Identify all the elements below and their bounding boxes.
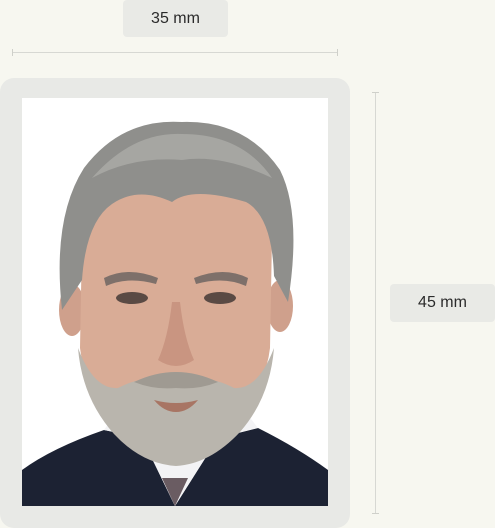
height-dimension-label: 45 mm [390, 284, 495, 322]
width-measure-tick-right [337, 49, 338, 56]
passport-photo [22, 98, 328, 506]
height-measure-line [375, 92, 376, 514]
left-eye [116, 292, 148, 304]
right-eye [204, 292, 236, 304]
passport-photo-size-diagram: 35 mm 45 mm [0, 0, 495, 528]
width-dimension-label: 35 mm [123, 0, 228, 37]
photo-frame [0, 78, 350, 528]
width-measure-line [12, 52, 338, 53]
height-measure-tick-top [372, 92, 379, 93]
width-measure-tick-left [12, 49, 13, 56]
height-measure-tick-bottom [372, 513, 379, 514]
portrait-illustration [22, 121, 328, 506]
